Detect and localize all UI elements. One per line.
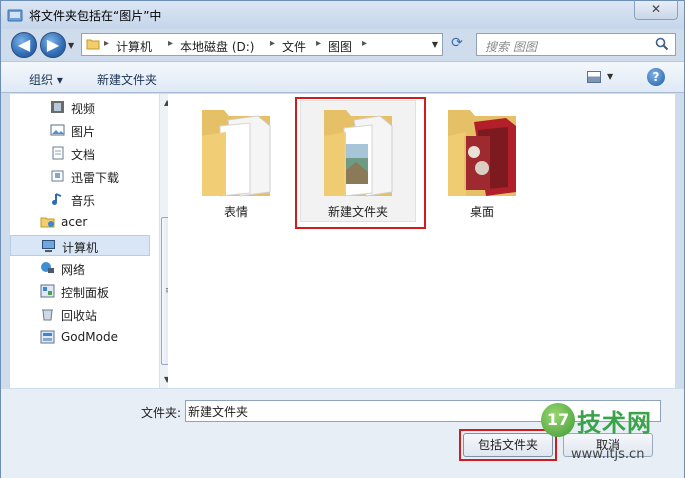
sidebar-item-computer[interactable]: 计算机	[10, 235, 150, 256]
recycle-bin-icon	[42, 309, 53, 321]
forward-button[interactable]: ▶	[40, 32, 66, 58]
folder-field-label: 文件夹:	[141, 406, 182, 420]
search-input[interactable]: 搜索 图图	[485, 38, 537, 55]
music-library-icon	[52, 193, 62, 205]
sidebar-item-label: 计算机	[62, 241, 99, 255]
organize-button[interactable]: 组织 ▾	[29, 71, 63, 88]
sidebar-item-music[interactable]: 音乐	[10, 189, 150, 210]
view-options-dropdown[interactable]: ▼	[607, 72, 613, 81]
documents-library-icon	[52, 146, 64, 160]
sidebar-item-network[interactable]: 网络	[10, 258, 150, 279]
close-icon: ✕	[650, 2, 662, 16]
breadcrumb-tutu[interactable]: 图图	[328, 38, 352, 55]
sidebar-item-godmode[interactable]: GodMode	[10, 327, 150, 348]
sidebar-item-label: 文档	[71, 148, 96, 162]
command-toolbar: 组织 ▾ 新建文件夹 ▼ ?	[1, 61, 684, 93]
sidebar-item-label: 迅雷下载	[71, 171, 120, 185]
new-folder-button[interactable]: 新建文件夹	[97, 71, 157, 88]
refresh-button[interactable]: ⟳	[447, 35, 467, 55]
folder-icon	[86, 39, 100, 50]
sidebar-item-thunder-downloads[interactable]: 迅雷下载	[10, 166, 150, 187]
network-icon	[41, 262, 54, 273]
sidebar-item-label: acer	[61, 215, 88, 229]
sidebar-item-recycle-bin[interactable]: 回收站	[10, 304, 150, 325]
navigation-pane: 视频 图片 文档 迅雷下载 音乐 acer 计算机 网络 控制面板 回收站 Go…	[10, 94, 176, 388]
sidebar-item-label: 音乐	[71, 194, 96, 208]
godmode-icon	[40, 330, 55, 344]
breadcrumb-disk-d[interactable]: 本地磁盘 (D:)	[180, 38, 254, 55]
download-folder-icon	[51, 170, 64, 182]
close-button[interactable]: ✕	[634, 1, 678, 20]
sidebar-item-pictures[interactable]: 图片	[10, 120, 150, 141]
address-bar[interactable]: ▸ 计算机 ▸ 本地磁盘 (D:) ▸ 文件 ▸ 图图 ▸ ▼	[81, 33, 443, 56]
forward-arrow-icon: ▶	[46, 35, 60, 54]
search-icon	[655, 37, 669, 51]
breadcrumb-separator-icon: ▸	[362, 38, 368, 49]
sidebar-item-label: 回收站	[61, 309, 98, 323]
file-list: 表情 新建文件夹 桌面	[168, 94, 675, 388]
watermark-badge: 17	[541, 403, 575, 437]
breadcrumb-files[interactable]: 文件	[282, 38, 306, 55]
folder-item[interactable]: 桌面	[422, 100, 542, 220]
help-icon: ?	[652, 70, 660, 84]
sidebar-item-label: GodMode	[61, 330, 118, 344]
back-arrow-icon: ◀	[17, 35, 31, 54]
watermark-url: www.itjs.cn	[571, 447, 645, 462]
sidebar-item-label: 控制面板	[61, 286, 110, 300]
title-bar: 将文件夹包括在“图片”中 ✕	[1, 1, 684, 29]
breadcrumb-separator-icon: ▸	[168, 38, 174, 49]
highlight-box	[295, 97, 426, 229]
control-panel-icon	[40, 284, 55, 298]
watermark: 17 技术网 www.itjs.cn	[541, 399, 681, 475]
sidebar-item-label: 图片	[71, 125, 96, 139]
breadcrumb-separator-icon: ▸	[316, 38, 322, 49]
back-button[interactable]: ◀	[11, 32, 37, 58]
navigation-bar: ◀ ▶ ▼ ▸ 计算机 ▸ 本地磁盘 (D:) ▸ 文件 ▸ 图图 ▸ ▼ ⟳ …	[1, 29, 684, 61]
folder-item[interactable]: 表情	[176, 100, 296, 220]
watermark-text: 技术网	[577, 409, 652, 437]
change-view-icon[interactable]	[587, 71, 601, 83]
user-folder-icon	[40, 217, 55, 228]
window-title: 将文件夹包括在“图片”中	[29, 9, 162, 23]
sidebar-item-label: 视频	[71, 102, 96, 116]
sidebar-item-control-panel[interactable]: 控制面板	[10, 281, 150, 302]
pictures-library-icon	[50, 124, 65, 136]
help-button[interactable]: ?	[647, 68, 665, 86]
folder-icon	[448, 110, 516, 196]
search-box[interactable]: 搜索 图图	[476, 33, 676, 56]
computer-icon	[42, 240, 55, 252]
sidebar-item-videos[interactable]: 视频	[10, 97, 150, 118]
video-library-icon	[51, 101, 64, 113]
sidebar-item-documents[interactable]: 文档	[10, 143, 150, 164]
sidebar-item-label: 网络	[61, 263, 86, 277]
app-icon	[7, 9, 23, 22]
breadcrumb-separator-icon: ▸	[104, 38, 110, 49]
address-dropdown-icon[interactable]: ▼	[432, 40, 438, 49]
folder-label: 表情	[223, 205, 248, 219]
dialog-window: 将文件夹包括在“图片”中 ✕ ◀ ▶ ▼ ▸ 计算机 ▸ 本地磁盘 (D:) ▸…	[0, 0, 685, 478]
breadcrumb-computer[interactable]: 计算机	[116, 38, 152, 55]
refresh-icon: ⟳	[451, 35, 463, 51]
sidebar-item-acer[interactable]: acer	[10, 212, 150, 233]
folder-label: 桌面	[469, 205, 494, 219]
recent-pages-dropdown[interactable]: ▼	[68, 41, 74, 50]
folder-icon	[202, 110, 271, 197]
breadcrumb-separator-icon: ▸	[270, 38, 276, 49]
